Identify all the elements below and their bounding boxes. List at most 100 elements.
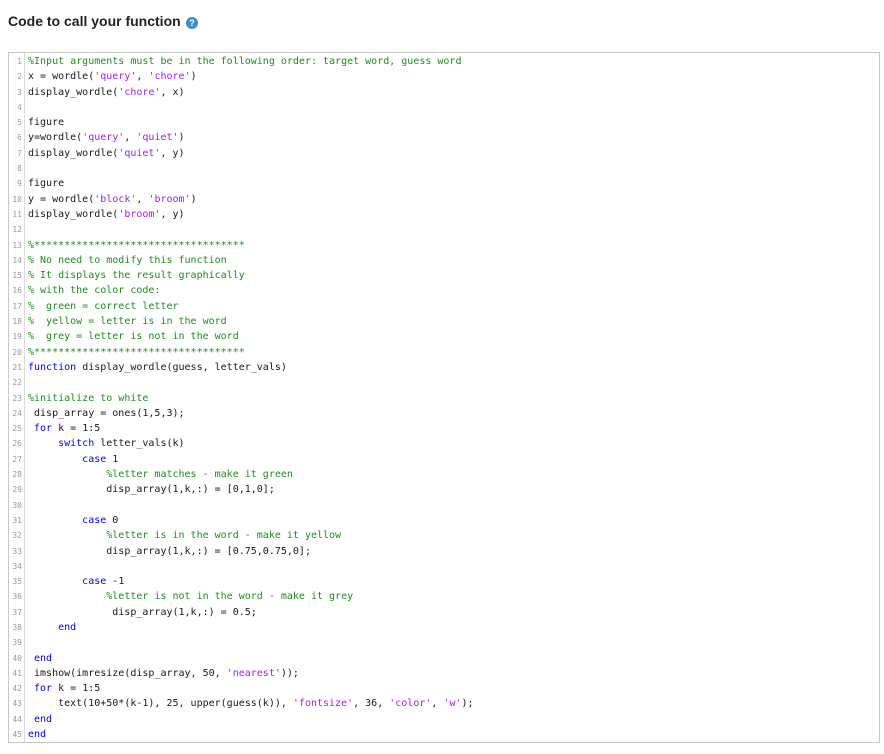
line-number: 36 xyxy=(12,592,22,602)
code-line[interactable]: 14 % No need to modify this function xyxy=(9,253,879,268)
code-line[interactable]: 34 xyxy=(9,559,879,574)
code-line[interactable]: 3 display_wordle('chore', x) xyxy=(9,85,879,100)
code-token: %letter is not in the word - make it gre… xyxy=(28,591,354,603)
code-line[interactable]: 18 % yellow = letter is in the word xyxy=(9,314,879,329)
code-token: ) xyxy=(190,193,197,205)
code-line[interactable]: 2 x = wordle('query', 'chore') xyxy=(9,69,879,84)
code-token: , 36, xyxy=(353,698,390,710)
code-token: ); xyxy=(461,698,474,710)
code-line[interactable]: 11 display_wordle('broom', y) xyxy=(9,207,879,222)
code-token: , xyxy=(431,698,444,710)
code-line[interactable]: 43 text(10+50*(k-1), 25, upper(guess(k))… xyxy=(9,696,879,711)
code-line[interactable]: 33 disp_array(1,k,:) = [0.75,0.75,0]; xyxy=(9,544,879,559)
code-line[interactable]: 42 for k = 1:5 xyxy=(9,681,879,696)
code-editor[interactable]: 1 %Input arguments must be in the followi… xyxy=(8,52,880,743)
line-number: 37 xyxy=(12,607,22,617)
code-line[interactable]: 5 figure xyxy=(9,115,879,130)
code-token: 'chore' xyxy=(118,86,161,98)
code-text: %Input arguments must be in the followin… xyxy=(28,54,461,69)
line-number: 39 xyxy=(12,638,22,648)
code-line[interactable]: 21 function display_wordle(guess, letter_… xyxy=(9,360,879,375)
code-text: %initialize to white xyxy=(28,391,148,406)
code-text: figure xyxy=(28,115,64,130)
code-line[interactable]: 7 display_wordle('quiet', y) xyxy=(9,146,879,161)
line-number: 19 xyxy=(12,332,22,342)
line-number: 4 xyxy=(17,102,22,112)
code-line[interactable]: 39 xyxy=(9,635,879,650)
code-line[interactable]: 4 xyxy=(9,100,879,115)
code-text: % No need to modify this function xyxy=(28,253,227,268)
code-line[interactable]: 44 end xyxy=(9,712,879,727)
line-number: 10 xyxy=(12,194,22,204)
code-line[interactable]: 38 end xyxy=(9,620,879,635)
line-number: 30 xyxy=(12,500,22,510)
code-text: display_wordle('chore', x) xyxy=(28,85,185,100)
code-line[interactable]: 29 disp_array(1,k,:) = [0,1,0]; xyxy=(9,482,879,497)
code-line[interactable]: 32 %letter is in the word - make it yell… xyxy=(9,528,879,543)
code-token: %letter matches - make it green xyxy=(28,469,293,481)
code-line[interactable]: 27 case 1 xyxy=(9,452,879,467)
code-line[interactable]: 30 xyxy=(9,498,879,513)
code-line[interactable]: 23 %initialize to white xyxy=(9,391,879,406)
line-number: 16 xyxy=(12,286,22,296)
code-line[interactable]: 15 % It displays the result graphically xyxy=(9,268,879,283)
code-line[interactable]: 40 end xyxy=(9,651,879,666)
code-line[interactable]: 25 for k = 1:5 xyxy=(9,421,879,436)
code-line[interactable]: 31 case 0 xyxy=(9,513,879,528)
code-token: , xyxy=(124,132,137,144)
line-number: 23 xyxy=(12,393,22,403)
line-number: 13 xyxy=(12,240,22,250)
code-token: %*********************************** xyxy=(28,239,245,251)
code-text: disp_array(1,k,:) = 0.5; xyxy=(28,605,257,620)
code-token: 'broom' xyxy=(118,208,161,220)
code-line[interactable]: 35 case -1 xyxy=(9,574,879,589)
line-number: 28 xyxy=(12,470,22,480)
line-number: 33 xyxy=(12,546,22,556)
code-text: y=wordle('query', 'quiet') xyxy=(28,130,185,145)
line-number: 45 xyxy=(12,730,22,740)
code-token: case xyxy=(28,576,107,588)
code-line[interactable]: 1 %Input arguments must be in the followi… xyxy=(9,54,879,69)
code-line[interactable]: 28 %letter matches - make it green xyxy=(9,467,879,482)
code-token: disp_array = ones(1,5,3); xyxy=(28,407,185,419)
code-token: 1 xyxy=(106,453,119,465)
line-number: 32 xyxy=(12,531,22,541)
code-line[interactable]: 26 switch letter_vals(k) xyxy=(9,436,879,451)
code-line[interactable]: 20 %*********************************** xyxy=(9,345,879,360)
line-number: 2 xyxy=(17,72,22,82)
code-text: display_wordle('quiet', y) xyxy=(28,146,185,161)
code-line[interactable]: 41 imshow(imresize(disp_array, 50, 'near… xyxy=(9,666,879,681)
code-line[interactable]: 9 figure xyxy=(9,176,879,191)
code-line[interactable]: 16 % with the color code: xyxy=(9,283,879,298)
line-number: 25 xyxy=(12,424,22,434)
code-line[interactable]: 17 % green = correct letter xyxy=(9,299,879,314)
code-line[interactable]: 8 xyxy=(9,161,879,176)
code-token: y=wordle( xyxy=(28,132,83,144)
code-text: %*********************************** xyxy=(28,238,245,253)
line-number: 27 xyxy=(12,454,22,464)
code-token: k = 1:5 xyxy=(52,683,101,695)
code-text: disp_array(1,k,:) = [0,1,0]; xyxy=(28,482,275,497)
svg-text:?: ? xyxy=(189,18,195,28)
code-line[interactable]: 24 disp_array = ones(1,5,3); xyxy=(9,406,879,421)
code-line[interactable]: 45 end xyxy=(9,727,879,742)
line-number: 8 xyxy=(17,164,22,174)
code-token: , xyxy=(136,193,149,205)
code-text: end xyxy=(28,727,46,742)
code-line[interactable]: 37 disp_array(1,k,:) = 0.5; xyxy=(9,605,879,620)
code-token: %*********************************** xyxy=(28,346,245,358)
code-text: %*********************************** xyxy=(28,345,245,360)
code-text: % with the color code: xyxy=(28,283,160,298)
code-line[interactable]: 22 xyxy=(9,375,879,390)
code-line[interactable]: 10 y = wordle('block', 'broom') xyxy=(9,192,879,207)
code-line[interactable]: 12 xyxy=(9,222,879,237)
code-content[interactable]: 1 %Input arguments must be in the followi… xyxy=(9,54,879,742)
code-token: , xyxy=(136,71,149,83)
section-title: Code to call your function xyxy=(8,13,181,29)
code-line[interactable]: 19 % grey = letter is not in the word xyxy=(9,329,879,344)
code-line[interactable]: 6 y=wordle('query', 'quiet') xyxy=(9,130,879,145)
code-line[interactable]: 36 %letter is not in the word - make it … xyxy=(9,589,879,604)
code-line[interactable]: 13 %*********************************** xyxy=(9,238,879,253)
question-circle-icon[interactable]: ? xyxy=(185,16,198,29)
code-text: for k = 1:5 xyxy=(28,681,100,696)
